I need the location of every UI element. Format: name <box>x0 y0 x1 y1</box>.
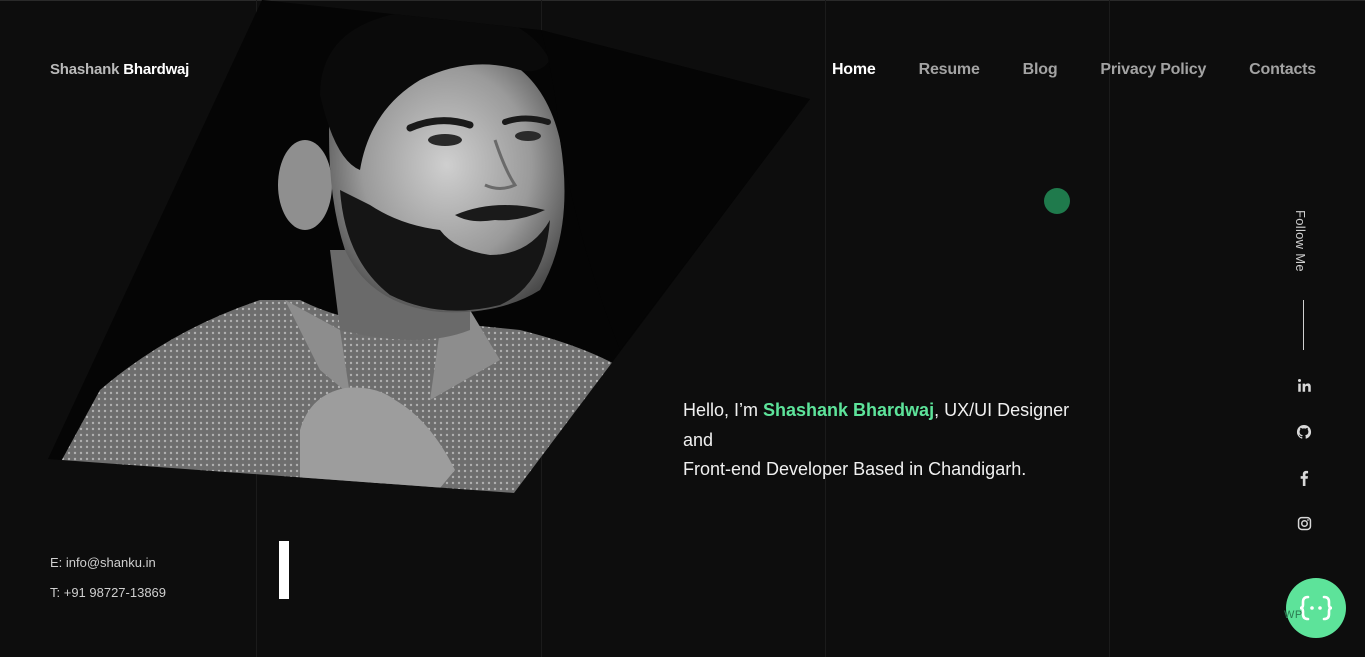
widget-label: WP <box>1284 609 1303 621</box>
follow-divider <box>1303 300 1304 350</box>
intro-line-2: and <box>683 429 714 450</box>
intro-line-3: Front-end Developer Based in Chandigarh. <box>683 459 1027 479</box>
intro-greeting: Hello, I’m <box>683 400 764 420</box>
facebook-icon[interactable] <box>1294 468 1314 488</box>
logo-first-name: Shashank <box>50 61 120 78</box>
code-braces-icon <box>1299 595 1333 621</box>
code-widget-button[interactable] <box>1286 578 1346 638</box>
hero-intro: Hello, I’m Shashank Bhardwaj, UX/UI Desi… <box>683 396 1073 485</box>
linkedin-icon[interactable] <box>1294 375 1314 395</box>
intro-role: , UX/UI Designer <box>934 400 1070 420</box>
logo-last-name: Bhardwaj <box>123 61 190 78</box>
grid-line <box>1109 0 1110 657</box>
nav-privacy-policy[interactable]: Privacy Policy <box>1100 61 1206 79</box>
cursor-follower-dot <box>1044 188 1070 214</box>
nav-blog[interactable]: Blog <box>1023 61 1058 79</box>
follow-me-label: Follow Me <box>1293 210 1308 272</box>
contact-phone: T: +91 98727-13869 <box>50 585 167 600</box>
nav-contacts[interactable]: Contacts <box>1249 61 1316 79</box>
text-cursor-bar <box>279 541 289 599</box>
instagram-icon[interactable] <box>1294 513 1314 533</box>
main-nav: Home Resume Blog Privacy Policy Contacts <box>832 61 1316 79</box>
site-logo[interactable]: Shashank Bhardwaj <box>50 61 189 78</box>
intro-name: Shashank Bhardwaj <box>763 400 935 420</box>
contact-email: E: info@shanku.in <box>50 555 156 570</box>
nav-home[interactable]: Home <box>832 61 876 79</box>
nav-resume[interactable]: Resume <box>919 61 980 79</box>
github-icon[interactable] <box>1294 422 1314 442</box>
grid-line <box>825 0 826 657</box>
